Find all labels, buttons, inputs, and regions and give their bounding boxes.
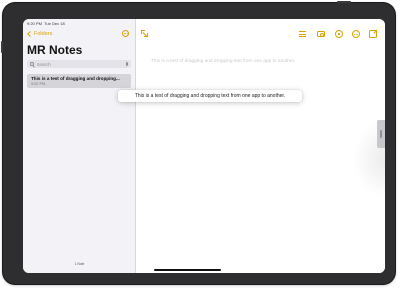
status-time: 9:20 PM Tue Dec 18 <box>27 21 65 26</box>
notes-sidebar: Folders MR Notes This is a test of dragg… <box>23 19 136 273</box>
folders-back-label: Folders <box>34 31 53 37</box>
slideover-handle[interactable] <box>377 120 385 148</box>
camera-icon[interactable] <box>317 31 325 38</box>
search-input[interactable] <box>36 60 127 68</box>
note-count: 1 Note <box>74 262 85 266</box>
ipad-device-frame: Folders MR Notes This is a test of dragg… <box>1 1 395 284</box>
status-date: Tue Dec 18 <box>44 21 65 26</box>
expand-icon[interactable] <box>141 30 149 38</box>
note-list-item-time: 9:20 PM <box>31 82 46 86</box>
power-button <box>337 1 351 3</box>
checklist-icon[interactable] <box>299 30 307 38</box>
home-indicator[interactable] <box>154 269 221 271</box>
drag-preview-text[interactable]: This is a test of dragging and dropping … <box>118 90 302 102</box>
markup-icon[interactable] <box>335 30 343 38</box>
compose-icon[interactable] <box>369 30 377 38</box>
note-editor: This is a test of dragging and dropping … <box>136 19 385 273</box>
chevron-left-icon <box>27 31 33 37</box>
search-bar[interactable] <box>27 60 131 68</box>
volume-button <box>1 41 3 53</box>
folders-back-button[interactable]: Folders <box>27 31 52 37</box>
note-list-item-title: This is a test of dragging and dropping.… <box>31 76 120 81</box>
note-list-item[interactable]: This is a test of dragging and dropping.… <box>27 74 131 88</box>
microphone-icon[interactable] <box>125 61 128 66</box>
more-icon[interactable] <box>352 30 360 38</box>
ipad-screen: Folders MR Notes This is a test of dragg… <box>23 19 385 273</box>
search-icon <box>30 62 34 66</box>
folder-title: MR Notes <box>27 43 83 57</box>
more-options-icon[interactable] <box>122 30 129 37</box>
note-body-text[interactable]: This is a test of dragging and dropping … <box>151 59 295 64</box>
